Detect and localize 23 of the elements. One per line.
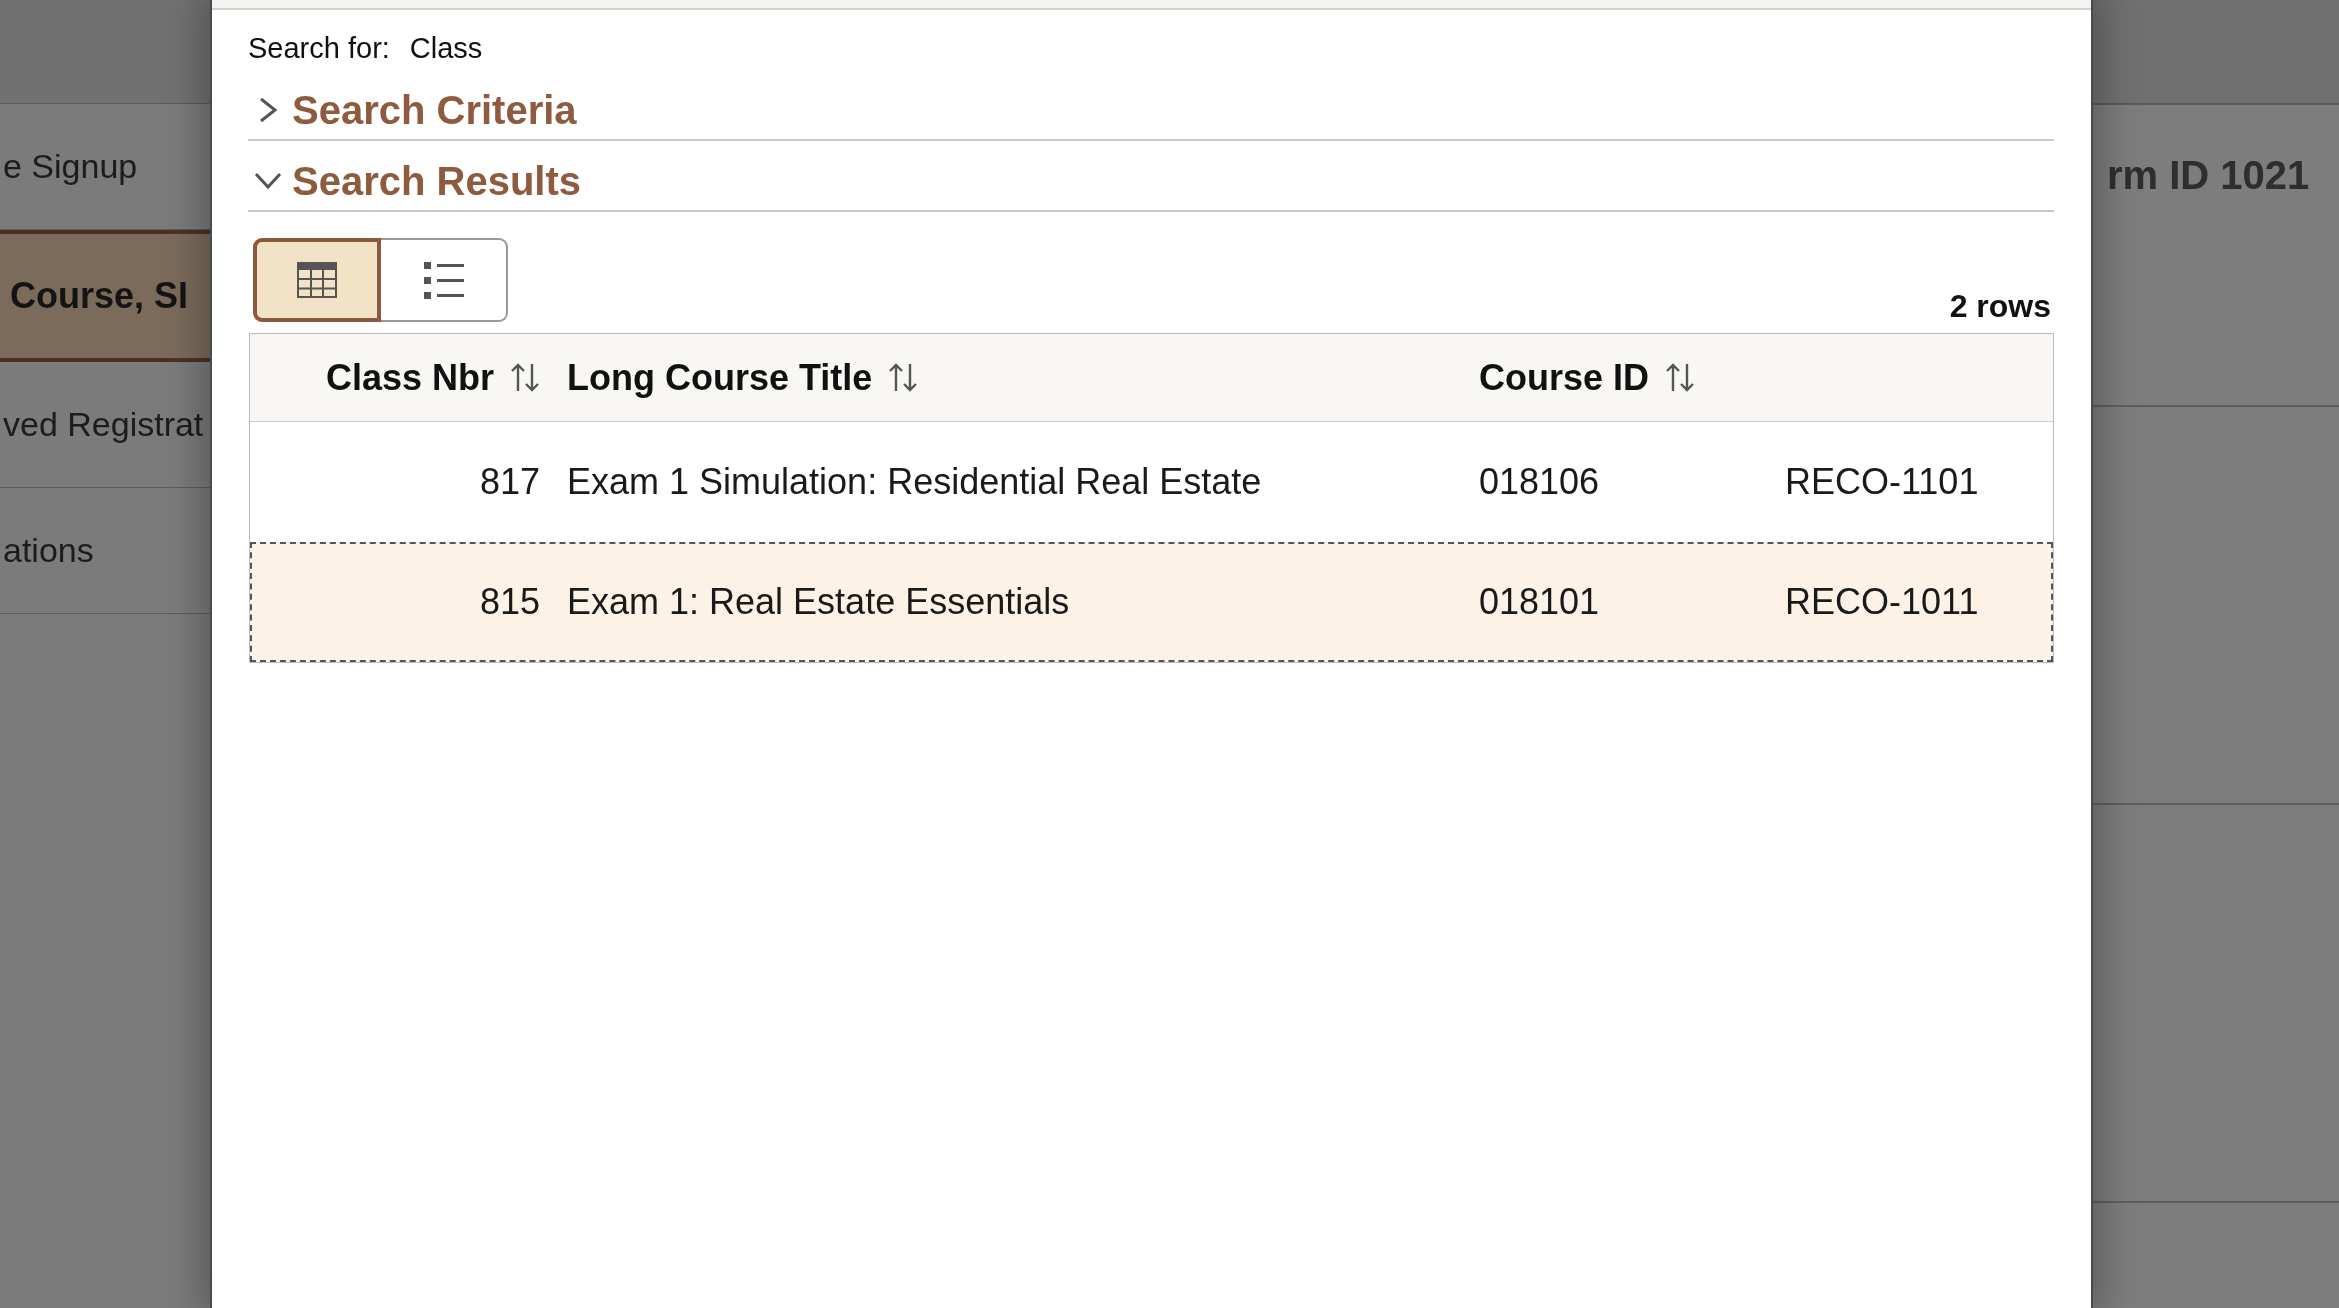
table-cell-text: RECO-1101 [1784, 461, 1979, 503]
section-header[interactable]: Search Criteria [248, 81, 2054, 141]
table-cell-text: Exam 1: Real Estate Essentials [566, 581, 1070, 623]
list-view-button[interactable] [381, 238, 508, 322]
column-header[interactable]: Class Nbr [325, 356, 550, 399]
column-header[interactable]: Long Course Title [550, 356, 919, 399]
row-count: 2 rows [1949, 288, 2051, 324]
table-cell-text: 815 [479, 581, 541, 623]
nav-item[interactable]: Course, SI [0, 230, 210, 362]
table-cell-text: 018101 [1478, 581, 1600, 623]
table-cell-text: 018106 [1478, 461, 1600, 503]
list-view-icon [423, 261, 464, 299]
column-header[interactable]: Course ID [1462, 356, 1696, 399]
table-cell-text: RECO-1011 [1784, 581, 1979, 623]
form-heading: rm ID 1021 [2106, 152, 2310, 198]
section-header[interactable]: Search Results [248, 152, 2054, 212]
search-for-label: Search for: [248, 31, 390, 65]
grid-view-button[interactable] [253, 238, 381, 322]
table-cell-text: Exam 1 Simulation: Residential Real Estate [566, 461, 1262, 503]
search-for-value: Class [409, 31, 483, 65]
table-cell-text: 817 [479, 461, 541, 503]
grid-view-icon [297, 262, 337, 298]
table-row[interactable]: 815 Exam 1: Real Estate Essentials 018101 RECO-1011 [250, 542, 2053, 662]
